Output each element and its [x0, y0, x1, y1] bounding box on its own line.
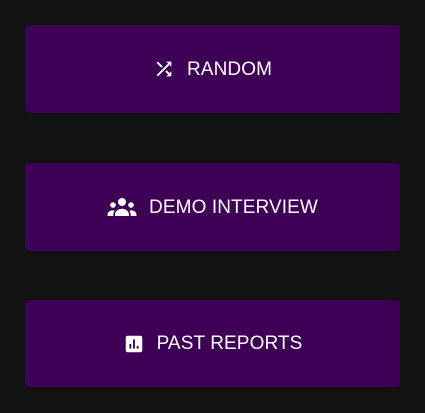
- past-reports-button[interactable]: PAST REPORTS: [25, 300, 400, 387]
- people-group-icon: [107, 196, 137, 218]
- bar-chart-report-icon: [123, 333, 145, 355]
- shuffle-icon: [153, 58, 175, 80]
- random-button-label: RANDOM: [186, 58, 273, 80]
- menu-button-stack: RANDOM DEMO INTERVIEW PAST REPORTS: [0, 0, 425, 413]
- demo-interview-button[interactable]: DEMO INTERVIEW: [25, 163, 400, 251]
- past-reports-button-label: PAST REPORTS: [156, 333, 303, 354]
- demo-interview-button-label: DEMO INTERVIEW: [149, 196, 318, 218]
- random-button[interactable]: RANDOM: [25, 25, 400, 113]
